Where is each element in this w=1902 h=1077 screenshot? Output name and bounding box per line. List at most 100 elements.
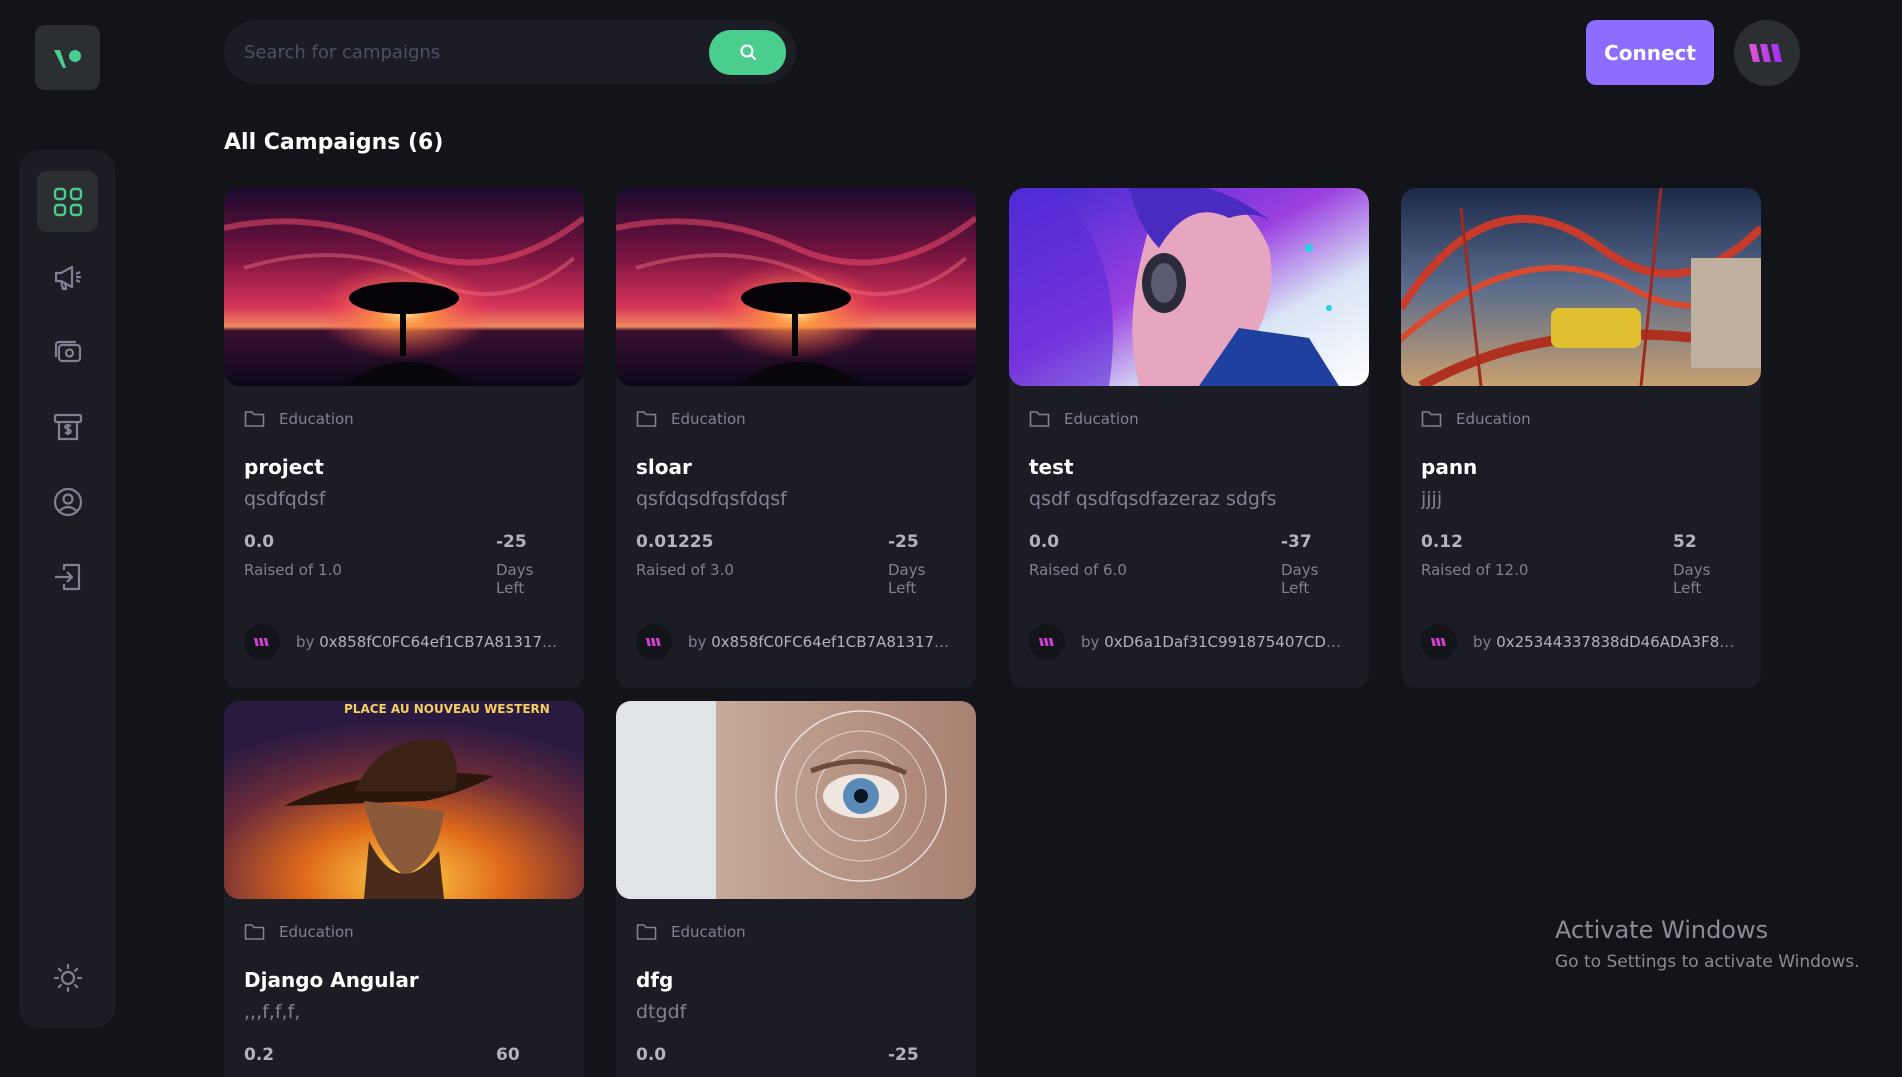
days-left-value: -25 (888, 1045, 919, 1065)
dashboard-icon (53, 187, 82, 216)
folder-icon (636, 924, 657, 940)
payment-icon (54, 340, 81, 362)
app-logo[interactable] (35, 25, 100, 90)
page-title: All Campaigns (6) (224, 130, 444, 155)
campaign-image-headphones-portrait (1009, 188, 1369, 386)
campaign-description: jjjj (1421, 488, 1443, 510)
days-left-value: -25 (888, 532, 919, 552)
search-input[interactable] (224, 41, 709, 63)
campaign-description: dtgdf (636, 1001, 687, 1023)
campaign-image-cyber-eye (616, 701, 976, 899)
sidebar (19, 150, 115, 1028)
owner-logo-icon (1430, 637, 1446, 647)
campaign-category: Education (1456, 410, 1531, 428)
owner-avatar (1421, 624, 1457, 660)
campaign-title: test (1029, 455, 1074, 479)
days-left-value: -25 (496, 532, 527, 552)
user-avatar[interactable] (1734, 20, 1800, 86)
folder-icon (636, 411, 657, 427)
campaign-description: ,,,f,f,f, (244, 1001, 301, 1023)
owner-avatar (636, 624, 672, 660)
campaign-card[interactable]: Education test qsdf qsdfqsdfazeraz sdgfs… (1009, 188, 1369, 688)
campaign-title: dfg (636, 968, 674, 992)
campaign-card[interactable]: Education project qsdfqdsf 0.0 Raised of… (224, 188, 584, 688)
campaign-card[interactable]: Education dfg dtgdf 0.0 -25 (616, 701, 976, 1077)
sidebar-item-withdraw[interactable] (37, 396, 98, 457)
search-bar (224, 20, 796, 84)
owner-address: 0x858fC0FC64ef1CB7A81317daDF... (319, 633, 564, 651)
campaign-title: project (244, 455, 324, 479)
campaign-title: sloar (636, 455, 692, 479)
search-button[interactable] (709, 29, 786, 75)
amount-raised: 0.0 (1029, 532, 1060, 552)
sun-icon (53, 963, 82, 992)
campaign-image-sunset-tree (616, 188, 976, 386)
days-left-value: 60 (496, 1045, 520, 1065)
owner-logo-icon (1038, 637, 1054, 647)
days-left-label: Days Left (1281, 561, 1319, 597)
owner-address: 0x25344337838dD46ADA3F8951a... (1496, 633, 1741, 651)
activate-windows-watermark: Activate Windows Go to Settings to activ… (1555, 916, 1860, 972)
raised-of-target: Raised of 3.0 (636, 561, 734, 579)
days-left-value: -37 (1281, 532, 1312, 552)
owner-avatar (244, 624, 280, 660)
sidebar-item-profile[interactable] (37, 471, 98, 532)
watermark-subtitle: Go to Settings to activate Windows. (1555, 952, 1860, 972)
search-icon (739, 44, 756, 61)
owner-address: 0xD6a1Daf31C991875407CD8525a... (1104, 633, 1349, 651)
campaign-card[interactable]: Education pann jjjj 0.12 Raised of 12.0 … (1401, 188, 1761, 688)
campaign-title: pann (1421, 455, 1478, 479)
sidebar-item-payment[interactable] (37, 321, 98, 382)
days-left-label: Days Left (1673, 561, 1711, 597)
sidebar-item-campaign[interactable] (37, 246, 98, 307)
raised-of-target: Raised of 1.0 (244, 561, 342, 579)
amount-raised: 0.12 (1421, 532, 1463, 552)
campaign-card[interactable]: PLACE AU NOUVEAU WESTERN Education Djang… (224, 701, 584, 1077)
campaign-card[interactable]: Education sloar qsfdqsdfqsfdqsf 0.01225 … (616, 188, 976, 688)
days-left-label: Days Left (888, 561, 926, 597)
profile-icon (53, 487, 82, 516)
owner-by-label: by (1473, 633, 1492, 651)
campaign-category: Education (671, 923, 746, 941)
logo-icon (53, 49, 81, 68)
connect-button[interactable]: Connect (1586, 20, 1714, 85)
sidebar-item-logout[interactable] (37, 546, 98, 607)
owner-by-label: by (296, 633, 315, 651)
days-left-label: Days Left (496, 561, 534, 597)
raised-of-target: Raised of 6.0 (1029, 561, 1127, 579)
raised-of-target: Raised of 12.0 (1421, 561, 1529, 579)
campaign-category: Education (279, 923, 354, 941)
watermark-title: Activate Windows (1555, 916, 1769, 944)
campaign-image-western-poster: PLACE AU NOUVEAU WESTERN (224, 701, 584, 899)
withdraw-icon (53, 413, 82, 440)
days-left-value: 52 (1673, 532, 1697, 552)
poster-text: PLACE AU NOUVEAU WESTERN (344, 702, 550, 716)
owner-by-label: by (1081, 633, 1100, 651)
amount-raised: 0.01225 (636, 532, 714, 552)
campaign-description: qsdf qsdfqsdfazeraz sdgfs (1029, 488, 1277, 510)
amount-raised: 0.2 (244, 1045, 275, 1065)
folder-icon (1421, 411, 1442, 427)
campaign-image-roller-coaster (1401, 188, 1761, 386)
campaign-image-sunset-tree (224, 188, 584, 386)
campaign-description: qsdfqdsf (244, 488, 326, 510)
sidebar-item-dashboard[interactable] (37, 171, 98, 232)
owner-logo-icon (645, 637, 661, 647)
amount-raised: 0.0 (244, 532, 275, 552)
logout-icon (54, 563, 80, 590)
campaign-category: Education (1064, 410, 1139, 428)
campaign-icon (54, 265, 81, 290)
owner-avatar (1029, 624, 1065, 660)
amount-raised: 0.0 (636, 1045, 667, 1065)
folder-icon (1029, 411, 1050, 427)
campaign-category: Education (671, 410, 746, 428)
owner-by-label: by (688, 633, 707, 651)
owner-address: 0x858fC0FC64ef1CB7A81317daDF... (711, 633, 956, 651)
campaign-title: Django Angular (244, 968, 419, 992)
campaign-category: Education (279, 410, 354, 428)
campaign-description: qsfdqsdfqsfdqsf (636, 488, 787, 510)
theme-toggle[interactable] (37, 947, 98, 1008)
folder-icon (244, 411, 265, 427)
user-logo-icon (1749, 44, 1782, 62)
folder-icon (244, 924, 265, 940)
